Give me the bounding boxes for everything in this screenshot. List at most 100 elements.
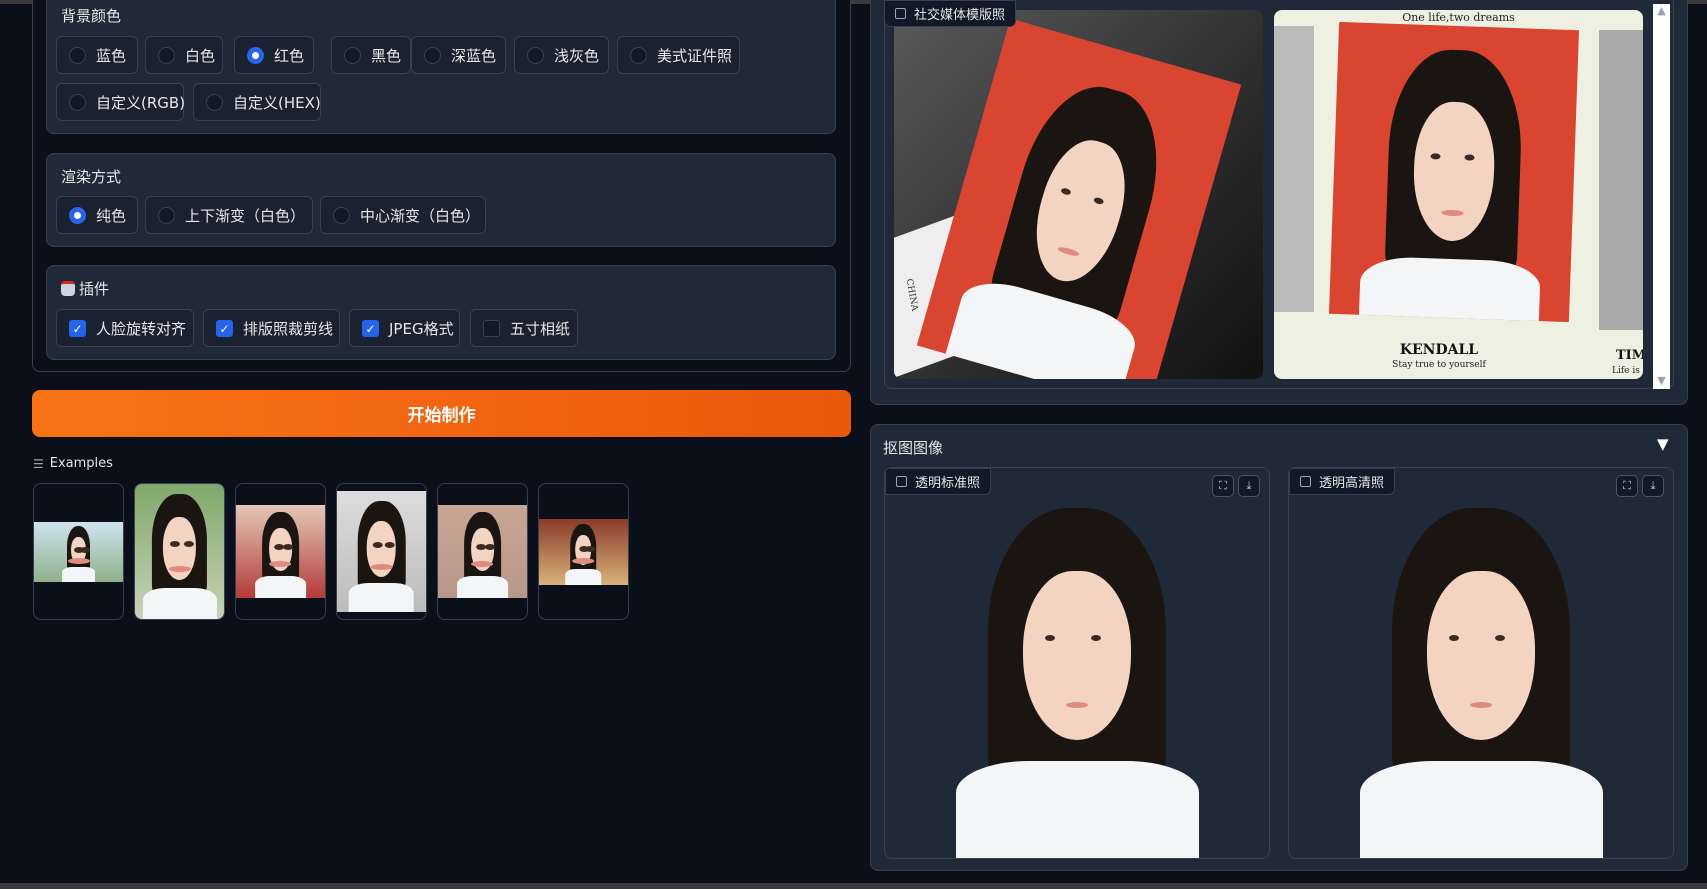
social-photo-2[interactable]: One life,two dreams KENDALL Stay true to… bbox=[1274, 10, 1643, 379]
render-mode-option[interactable]: 中心渐变（白色） bbox=[320, 196, 486, 234]
social-template-tag: 社交媒体模版照 bbox=[884, 0, 1017, 27]
bg-color-option[interactable]: 美式证件照 bbox=[617, 36, 740, 74]
option-label: 五寸相纸 bbox=[510, 319, 571, 338]
social-photo-1[interactable]: CHINA bbox=[894, 10, 1263, 379]
window-bottom-bar bbox=[0, 883, 1707, 889]
bg-color-option[interactable]: 蓝色 bbox=[56, 36, 138, 74]
checkmark-icon[interactable]: ✓ bbox=[69, 319, 86, 337]
radio-button[interactable] bbox=[247, 46, 264, 64]
bg-color-option[interactable]: 白色 bbox=[145, 36, 223, 74]
option-label: 自定义(RGB) bbox=[96, 93, 186, 112]
examples-label: Examples bbox=[49, 456, 113, 471]
example-thumbnail[interactable] bbox=[336, 483, 427, 620]
bg-color-option[interactable]: 自定义(RGB) bbox=[56, 83, 186, 121]
plugin-checkbox[interactable]: ✓ JPEG格式 bbox=[349, 309, 460, 347]
scroll-down-icon[interactable]: ▼ bbox=[1653, 374, 1670, 387]
example-image bbox=[337, 491, 426, 612]
plugin-checkbox[interactable]: ✓ 人脸旋转对齐 bbox=[56, 309, 194, 347]
example-thumbnail[interactable] bbox=[538, 483, 629, 620]
example-image bbox=[34, 521, 123, 582]
radio-button[interactable] bbox=[344, 46, 361, 64]
option-label: 白色 bbox=[185, 46, 216, 65]
radio-button[interactable] bbox=[527, 46, 544, 64]
checkbox[interactable] bbox=[483, 319, 500, 337]
radio-button[interactable] bbox=[158, 206, 175, 224]
image-tag: 透明标准照 bbox=[885, 468, 992, 495]
card-name: KENDALL bbox=[1399, 342, 1479, 358]
option-label: 黑色 bbox=[371, 46, 402, 65]
bg-color-option[interactable]: 浅灰色 bbox=[514, 36, 609, 74]
checkmark-icon[interactable]: ✓ bbox=[216, 319, 233, 337]
examples-header: ☰ Examples bbox=[33, 456, 113, 471]
plugin-checkbox[interactable]: 五寸相纸 bbox=[470, 309, 578, 347]
matting-image-box: 透明高清照 ⛶ ⤓ bbox=[1288, 467, 1674, 859]
gallery-scrollbar[interactable]: ▲ ▼ bbox=[1653, 4, 1670, 389]
matting-image-box: 透明标准照 ⛶ ⤓ bbox=[884, 467, 1270, 859]
example-thumbnail[interactable] bbox=[235, 483, 326, 620]
example-image bbox=[438, 505, 527, 598]
card-tagline: Stay true to yourself bbox=[1392, 360, 1486, 370]
start-button[interactable]: 开始制作 bbox=[32, 390, 851, 437]
render-mode-option[interactable]: 纯色 bbox=[56, 196, 138, 234]
portrait bbox=[1348, 47, 1558, 323]
example-thumbnail[interactable] bbox=[134, 483, 225, 620]
image-icon bbox=[1300, 476, 1311, 487]
bg-color-option[interactable]: 深蓝色 bbox=[411, 36, 506, 74]
example-image bbox=[539, 518, 628, 585]
option-label: JPEG格式 bbox=[389, 319, 454, 338]
bg-color-label: 背景颜色 bbox=[61, 7, 122, 25]
plugin-checkbox[interactable]: ✓ 排版照裁剪线 bbox=[203, 309, 340, 347]
image-label: 透明高清照 bbox=[1319, 476, 1385, 491]
radio-button[interactable] bbox=[630, 46, 647, 64]
option-label: 排版照裁剪线 bbox=[243, 319, 334, 338]
bg-color-option[interactable]: 自定义(HEX) bbox=[193, 83, 321, 121]
matting-title: 抠图图像 bbox=[883, 439, 944, 457]
transparent-portrait[interactable] bbox=[1346, 508, 1616, 858]
robot-icon bbox=[61, 281, 75, 296]
fullscreen-button[interactable]: ⛶ bbox=[1212, 475, 1234, 497]
radio-button[interactable] bbox=[158, 46, 175, 64]
option-label: 人脸旋转对齐 bbox=[96, 319, 187, 338]
collapse-triangle-icon[interactable]: ▼ bbox=[1657, 435, 1669, 453]
option-label: 美式证件照 bbox=[657, 46, 733, 65]
option-label: 中心渐变（白色） bbox=[360, 206, 481, 225]
image-tag: 透明高清照 bbox=[1289, 468, 1396, 495]
render-mode-option[interactable]: 上下渐变（白色） bbox=[145, 196, 313, 234]
download-button[interactable]: ⤓ bbox=[1642, 475, 1664, 497]
bg-color-option[interactable]: 黑色 bbox=[331, 36, 411, 74]
image-icon bbox=[896, 476, 907, 487]
portrait bbox=[936, 62, 1211, 379]
image-label: 透明标准照 bbox=[915, 476, 981, 491]
option-label: 浅灰色 bbox=[554, 46, 600, 65]
social-template-label: 社交媒体模版照 bbox=[914, 8, 1006, 23]
option-label: 蓝色 bbox=[96, 46, 127, 65]
option-label: 红色 bbox=[274, 46, 305, 65]
radio-button[interactable] bbox=[333, 206, 350, 224]
option-label: 上下渐变（白色） bbox=[185, 206, 306, 225]
fullscreen-button[interactable]: ⛶ bbox=[1616, 475, 1638, 497]
list-icon: ☰ bbox=[33, 456, 44, 471]
example-thumbnail[interactable] bbox=[437, 483, 528, 620]
radio-button[interactable] bbox=[69, 93, 86, 111]
example-thumbnail[interactable] bbox=[33, 483, 124, 620]
radio-button[interactable] bbox=[424, 46, 441, 64]
option-label: 纯色 bbox=[96, 206, 127, 225]
option-label: 自定义(HEX) bbox=[233, 93, 321, 112]
example-image bbox=[236, 505, 325, 598]
radio-button[interactable] bbox=[69, 206, 86, 224]
scroll-up-icon[interactable]: ▲ bbox=[1653, 4, 1670, 17]
card-top-text: One life,two dreams bbox=[1402, 11, 1515, 24]
checkmark-icon[interactable]: ✓ bbox=[362, 319, 379, 337]
render-mode-label: 渲染方式 bbox=[61, 168, 122, 186]
transparent-portrait[interactable] bbox=[942, 508, 1212, 858]
bg-color-option[interactable]: 红色 bbox=[234, 36, 314, 74]
radio-button[interactable] bbox=[69, 46, 86, 64]
example-image bbox=[135, 484, 224, 619]
plugins-label: 插件 bbox=[79, 280, 110, 298]
download-button[interactable]: ⤓ bbox=[1238, 475, 1260, 497]
image-icon bbox=[895, 8, 906, 19]
card-side1: TIM bbox=[1616, 348, 1643, 363]
option-label: 深蓝色 bbox=[451, 46, 497, 65]
card-side2: Life is bbox=[1612, 366, 1640, 376]
radio-button[interactable] bbox=[206, 93, 223, 111]
